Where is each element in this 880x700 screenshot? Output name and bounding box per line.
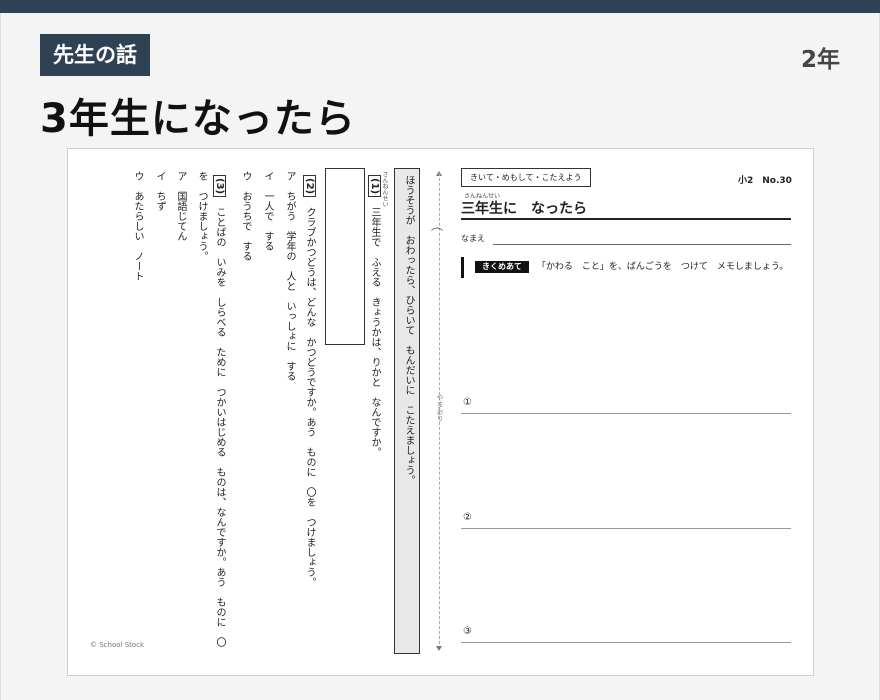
grade-label: 2年 (800, 47, 840, 73)
memo-line-1[interactable] (461, 413, 791, 414)
top-bar (0, 0, 880, 13)
memo-label-1: ① (463, 397, 472, 408)
q1-question: (1) 三年生で ふえる きょうかは、りかと なんですか。 (367, 175, 382, 457)
q2-option-a: ア ちがう 学年の 人と いっしょに する (284, 171, 295, 381)
lesson-number: 小2 No.30 (738, 176, 792, 186)
memo-label-2: ② (463, 512, 472, 523)
copyright: © School Stock (90, 641, 145, 649)
fold-arrow-down-icon (436, 646, 442, 651)
instruction-text: ほうそうが おわったら、ひらいて もんだいに こたえましょう。 (403, 175, 414, 485)
q2-question: (2) クラブかつどうは、どんな かつどうですか。あう ものに 〇を つけましょ… (302, 175, 317, 587)
category-badge: 先生の話 (40, 34, 150, 76)
instruction-box: ほうそうが おわったら、ひらいて もんだいに こたえましょう。 (394, 168, 420, 654)
lesson-title: 三年生に なったら (461, 201, 587, 217)
listening-goal: きくめあて 「かわる こと」を、ばんごうを つけて メモしましょう。 (461, 257, 791, 278)
q3-option-a: ア 国語じてん (175, 171, 186, 241)
worksheet: ウ あたらしい ノート イ ちず ア 国語じてん を つけましょう。 (3) こ… (67, 148, 814, 676)
title-rule (461, 218, 791, 220)
q3-option-u: ウ あたらしい ノート (132, 171, 143, 281)
name-label: なまえ (461, 234, 485, 243)
page-title: 3年生になったら (40, 96, 356, 142)
memo-label-3: ③ (463, 626, 472, 637)
activity-tag: きいて・めもして・こたえよう (461, 168, 591, 187)
listening-goal-text: 「かわる こと」を、ばんごうを つけて メモしましょう。 (536, 262, 789, 272)
q2-option-i: イ 一人で する (262, 171, 273, 251)
name-field[interactable] (493, 244, 791, 245)
listening-goal-label: きくめあて (475, 261, 529, 273)
memo-line-2[interactable] (461, 528, 791, 529)
q3-text-continued: を つけましょう。 (196, 171, 207, 261)
q3-question: (3) ことばの いみを しらべる ために つかいはじめる ものは、なんですか。… (212, 175, 227, 647)
q3-option-i: イ ちず (154, 171, 165, 211)
q1-answer-box[interactable] (325, 168, 365, 345)
memo-line-3[interactable] (461, 642, 791, 643)
fold-icon: ⌒ (431, 227, 444, 241)
q2-option-u: ウ おうちで する (240, 171, 251, 261)
fold-label: やまおり (436, 394, 444, 422)
